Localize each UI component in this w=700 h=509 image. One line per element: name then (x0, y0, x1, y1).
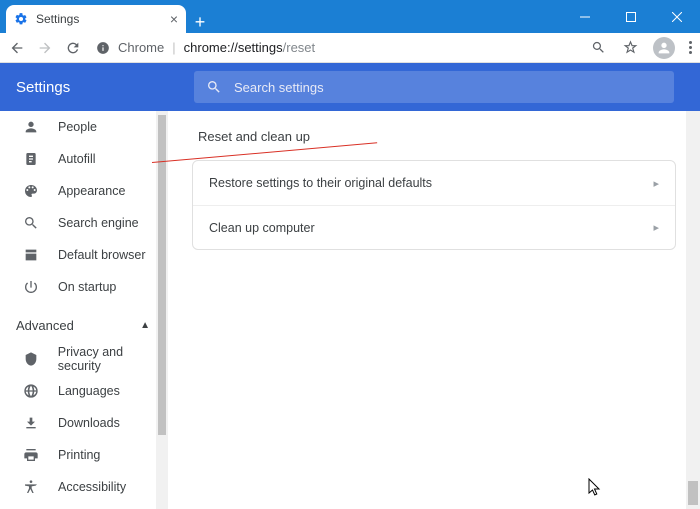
sidebar-item-label: Default browser (58, 248, 146, 262)
address-bar[interactable]: Chrome | chrome://settings/reset (92, 40, 571, 55)
sidebar-item-downloads[interactable]: Downloads (0, 407, 168, 439)
sidebar-item-system[interactable]: System (0, 503, 168, 509)
settings-main: Reset and clean up Restore settings to t… (168, 111, 700, 509)
reload-button[interactable] (64, 39, 82, 57)
chevron-right-icon: ▸ (653, 221, 659, 234)
accessibility-icon (22, 478, 40, 496)
sidebar-item-label: Autofill (58, 152, 96, 166)
browser-icon (22, 246, 40, 264)
sidebar-scrollbar[interactable] (156, 111, 168, 509)
sidebar-section-advanced[interactable]: Advanced▲ (0, 307, 168, 343)
window-controls (562, 0, 700, 33)
url-origin-label: Chrome (118, 40, 164, 55)
sidebar-item-label: Languages (58, 384, 120, 398)
sidebar-item-label: People (58, 120, 97, 134)
shield-icon (22, 350, 40, 368)
settings-search[interactable]: Search settings (194, 71, 674, 103)
chevron-right-icon: ▸ (653, 177, 659, 190)
sidebar-item-appearance[interactable]: Appearance (0, 175, 168, 207)
minimize-button[interactable] (562, 0, 608, 33)
power-icon (22, 278, 40, 296)
globe-icon (22, 382, 40, 400)
sidebar-item-label: Appearance (58, 184, 125, 198)
profile-avatar[interactable] (653, 37, 675, 59)
new-tab-button[interactable]: + (186, 12, 214, 33)
settings-row[interactable]: Clean up computer ▸ (193, 205, 675, 249)
sidebar-item-label: Search engine (58, 216, 139, 230)
settings-header: Settings Search settings (0, 63, 700, 111)
section-title: Reset and clean up (192, 129, 676, 144)
settings-title: Settings (16, 79, 194, 96)
close-tab-icon[interactable]: × (170, 12, 178, 26)
tab-title: Settings (36, 12, 162, 26)
url-text: chrome://settings/reset (184, 40, 316, 55)
download-icon (22, 414, 40, 432)
browser-tab[interactable]: Settings × (6, 5, 186, 33)
sidebar-item-on-startup[interactable]: On startup (0, 271, 168, 303)
forward-button[interactable] (36, 39, 54, 57)
sidebar-item-languages[interactable]: Languages (0, 375, 168, 407)
print-icon (22, 446, 40, 464)
sidebar-item-label: Downloads (58, 416, 120, 430)
sidebar-item-label: Privacy and security (58, 345, 168, 373)
close-window-button[interactable] (654, 0, 700, 33)
sidebar-item-label: Printing (58, 448, 100, 462)
autofill-icon (22, 150, 40, 168)
sidebar-item-label: Accessibility (58, 480, 126, 494)
settings-row[interactable]: Restore settings to their original defau… (193, 161, 675, 205)
site-info-icon[interactable] (96, 41, 110, 55)
settings-sidebar: People Autofill Appearance Search engine Def… (0, 111, 168, 509)
reset-card: Restore settings to their original defau… (192, 160, 676, 250)
maximize-button[interactable] (608, 0, 654, 33)
browser-toolbar: Chrome | chrome://settings/reset (0, 33, 700, 63)
search-icon (22, 214, 40, 232)
sidebar-item-label: On startup (58, 280, 116, 294)
tab-strip: Settings × + (0, 0, 214, 33)
row-label: Clean up computer (209, 221, 315, 235)
window-titlebar: Settings × + (0, 0, 700, 33)
search-omnibox-icon[interactable] (589, 39, 607, 57)
palette-icon (22, 182, 40, 200)
sidebar-item-autofill[interactable]: Autofill (0, 143, 168, 175)
sidebar-item-printing[interactable]: Printing (0, 439, 168, 471)
back-button[interactable] (8, 39, 26, 57)
menu-button[interactable] (689, 41, 692, 54)
sidebar-item-people[interactable]: People (0, 111, 168, 143)
search-icon (206, 79, 222, 95)
gear-icon (14, 12, 28, 26)
sidebar-item-search-engine[interactable]: Search engine (0, 207, 168, 239)
bookmark-star-icon[interactable] (621, 39, 639, 57)
sidebar-item-accessibility[interactable]: Accessibility (0, 471, 168, 503)
row-label: Restore settings to their original defau… (209, 176, 432, 190)
sidebar-item-privacy-and-security[interactable]: Privacy and security (0, 343, 168, 375)
person-icon (22, 118, 40, 136)
sidebar-item-default-browser[interactable]: Default browser (0, 239, 168, 271)
page-scrollbar[interactable] (686, 111, 700, 509)
search-placeholder: Search settings (234, 80, 324, 95)
chevron-up-icon: ▲ (140, 320, 150, 331)
